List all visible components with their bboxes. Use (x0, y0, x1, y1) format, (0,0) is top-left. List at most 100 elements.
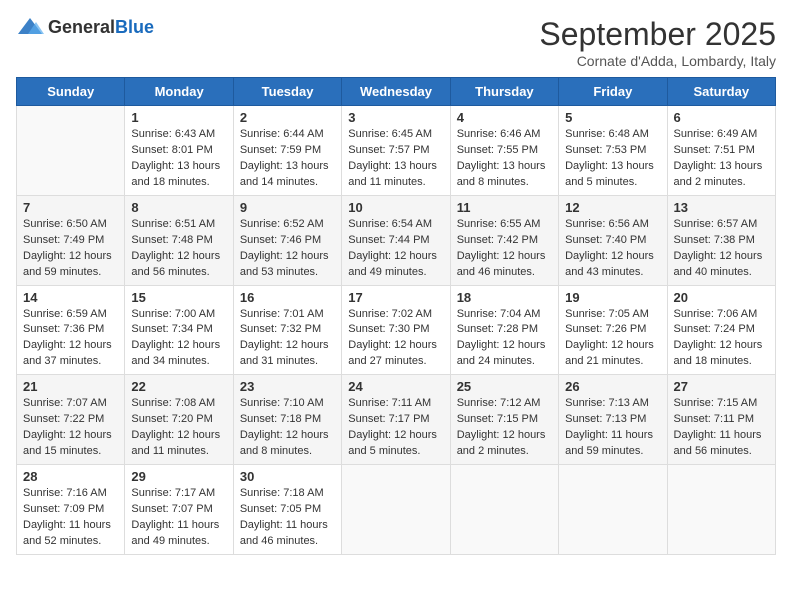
cell-line: Sunset: 7:48 PM (131, 233, 226, 249)
cell-line: Daylight: 12 hours (23, 338, 118, 354)
cell-line: Sunset: 7:28 PM (457, 322, 552, 338)
day-number: 8 (131, 200, 226, 215)
cell-line: Sunrise: 6:59 AM (23, 307, 118, 323)
cell-line: Sunset: 7:07 PM (131, 502, 226, 518)
cell-line: Sunset: 7:22 PM (23, 412, 118, 428)
cell-content: Sunrise: 7:18 AMSunset: 7:05 PMDaylight:… (240, 486, 335, 550)
calendar-header-row: SundayMondayTuesdayWednesdayThursdayFrid… (17, 78, 776, 106)
column-header-monday: Monday (125, 78, 233, 106)
cell-line: and 49 minutes. (348, 265, 443, 281)
day-number: 3 (348, 110, 443, 125)
cell-content: Sunrise: 7:01 AMSunset: 7:32 PMDaylight:… (240, 307, 335, 371)
cell-line: Sunset: 7:17 PM (348, 412, 443, 428)
cell-line: and 15 minutes. (23, 444, 118, 460)
cell-content: Sunrise: 6:54 AMSunset: 7:44 PMDaylight:… (348, 217, 443, 281)
cell-content: Sunrise: 7:04 AMSunset: 7:28 PMDaylight:… (457, 307, 552, 371)
cell-line: and 40 minutes. (674, 265, 769, 281)
cell-line: Daylight: 13 hours (457, 159, 552, 175)
cell-line: Daylight: 12 hours (565, 338, 660, 354)
calendar-week-row: 21Sunrise: 7:07 AMSunset: 7:22 PMDayligh… (17, 375, 776, 465)
cell-line: Sunrise: 6:50 AM (23, 217, 118, 233)
day-number: 21 (23, 379, 118, 394)
cell-line: Sunrise: 7:08 AM (131, 396, 226, 412)
cell-line: Sunrise: 6:45 AM (348, 127, 443, 143)
day-number: 19 (565, 290, 660, 305)
day-number: 13 (674, 200, 769, 215)
cell-line: Sunrise: 6:52 AM (240, 217, 335, 233)
cell-line: Sunset: 7:24 PM (674, 322, 769, 338)
cell-line: Daylight: 12 hours (457, 338, 552, 354)
cell-content: Sunrise: 7:06 AMSunset: 7:24 PMDaylight:… (674, 307, 769, 371)
day-number: 28 (23, 469, 118, 484)
calendar-week-row: 14Sunrise: 6:59 AMSunset: 7:36 PMDayligh… (17, 285, 776, 375)
cell-content: Sunrise: 7:10 AMSunset: 7:18 PMDaylight:… (240, 396, 335, 460)
calendar-cell: 16 Sunrise: 7:01 AMSunset: 7:32 PMDayligh… (233, 285, 341, 375)
cell-content: Sunrise: 6:44 AMSunset: 7:59 PMDaylight:… (240, 127, 335, 191)
cell-line: Sunrise: 7:11 AM (348, 396, 443, 412)
day-number: 23 (240, 379, 335, 394)
cell-line: Sunrise: 7:00 AM (131, 307, 226, 323)
cell-line: Sunset: 7:44 PM (348, 233, 443, 249)
cell-line: Sunrise: 7:17 AM (131, 486, 226, 502)
cell-line: Sunrise: 7:18 AM (240, 486, 335, 502)
cell-content: Sunrise: 7:17 AMSunset: 7:07 PMDaylight:… (131, 486, 226, 550)
calendar-cell: 20 Sunrise: 7:06 AMSunset: 7:24 PMDayligh… (667, 285, 775, 375)
cell-line: Daylight: 11 hours (674, 428, 769, 444)
day-number: 11 (457, 200, 552, 215)
day-number: 30 (240, 469, 335, 484)
day-number: 16 (240, 290, 335, 305)
calendar-cell (559, 465, 667, 555)
day-number: 4 (457, 110, 552, 125)
month-title: September 2025 (539, 16, 776, 53)
location: Cornate d'Adda, Lombardy, Italy (539, 53, 776, 69)
day-number: 20 (674, 290, 769, 305)
calendar-cell: 3Sunrise: 6:45 AMSunset: 7:57 PMDaylight… (342, 106, 450, 196)
cell-content: Sunrise: 6:59 AMSunset: 7:36 PMDaylight:… (23, 307, 118, 371)
cell-line: Daylight: 12 hours (457, 249, 552, 265)
calendar-week-row: 7Sunrise: 6:50 AMSunset: 7:49 PMDaylight… (17, 195, 776, 285)
cell-content: Sunrise: 6:49 AMSunset: 7:51 PMDaylight:… (674, 127, 769, 191)
title-section: September 2025 Cornate d'Adda, Lombardy,… (539, 16, 776, 69)
cell-line: and 18 minutes. (131, 175, 226, 191)
cell-line: Sunset: 7:51 PM (674, 143, 769, 159)
cell-line: Daylight: 13 hours (348, 159, 443, 175)
calendar-cell: 13 Sunrise: 6:57 AMSunset: 7:38 PMDayligh… (667, 195, 775, 285)
cell-line: and 24 minutes. (457, 354, 552, 370)
cell-line: and 46 minutes. (240, 534, 335, 550)
cell-content: Sunrise: 6:57 AMSunset: 7:38 PMDaylight:… (674, 217, 769, 281)
cell-content: Sunrise: 6:48 AMSunset: 7:53 PMDaylight:… (565, 127, 660, 191)
day-number: 24 (348, 379, 443, 394)
calendar-cell: 30 Sunrise: 7:18 AMSunset: 7:05 PMDayligh… (233, 465, 341, 555)
day-number: 9 (240, 200, 335, 215)
day-number: 1 (131, 110, 226, 125)
logo-text-blue: Blue (115, 17, 154, 37)
day-number: 18 (457, 290, 552, 305)
calendar-cell: 9 Sunrise: 6:52 AMSunset: 7:46 PMDaylight… (233, 195, 341, 285)
calendar-cell (667, 465, 775, 555)
cell-line: Sunset: 7:53 PM (565, 143, 660, 159)
cell-line: Daylight: 12 hours (240, 428, 335, 444)
cell-content: Sunrise: 6:52 AMSunset: 7:46 PMDaylight:… (240, 217, 335, 281)
cell-line: Sunset: 7:40 PM (565, 233, 660, 249)
calendar-cell: 17Sunrise: 7:02 AMSunset: 7:30 PMDayligh… (342, 285, 450, 375)
cell-line: and 56 minutes. (674, 444, 769, 460)
calendar-cell: 11Sunrise: 6:55 AMSunset: 7:42 PMDayligh… (450, 195, 558, 285)
cell-line: Daylight: 11 hours (565, 428, 660, 444)
cell-content: Sunrise: 7:00 AMSunset: 7:34 PMDaylight:… (131, 307, 226, 371)
calendar-cell: 2Sunrise: 6:44 AMSunset: 7:59 PMDaylight… (233, 106, 341, 196)
cell-line: Sunrise: 7:05 AM (565, 307, 660, 323)
calendar-table: SundayMondayTuesdayWednesdayThursdayFrid… (16, 77, 776, 555)
calendar-cell: 7Sunrise: 6:50 AMSunset: 7:49 PMDaylight… (17, 195, 125, 285)
calendar-cell: 1Sunrise: 6:43 AMSunset: 8:01 PMDaylight… (125, 106, 233, 196)
cell-line: Daylight: 12 hours (348, 249, 443, 265)
cell-line: and 59 minutes. (565, 444, 660, 460)
cell-line: Sunrise: 6:56 AM (565, 217, 660, 233)
cell-line: Daylight: 13 hours (565, 159, 660, 175)
logo: GeneralBlue (16, 16, 154, 38)
cell-line: and 5 minutes. (348, 444, 443, 460)
cell-line: Sunset: 7:49 PM (23, 233, 118, 249)
cell-line: and 49 minutes. (131, 534, 226, 550)
cell-line: Daylight: 12 hours (565, 249, 660, 265)
cell-content: Sunrise: 7:16 AMSunset: 7:09 PMDaylight:… (23, 486, 118, 550)
day-number: 27 (674, 379, 769, 394)
